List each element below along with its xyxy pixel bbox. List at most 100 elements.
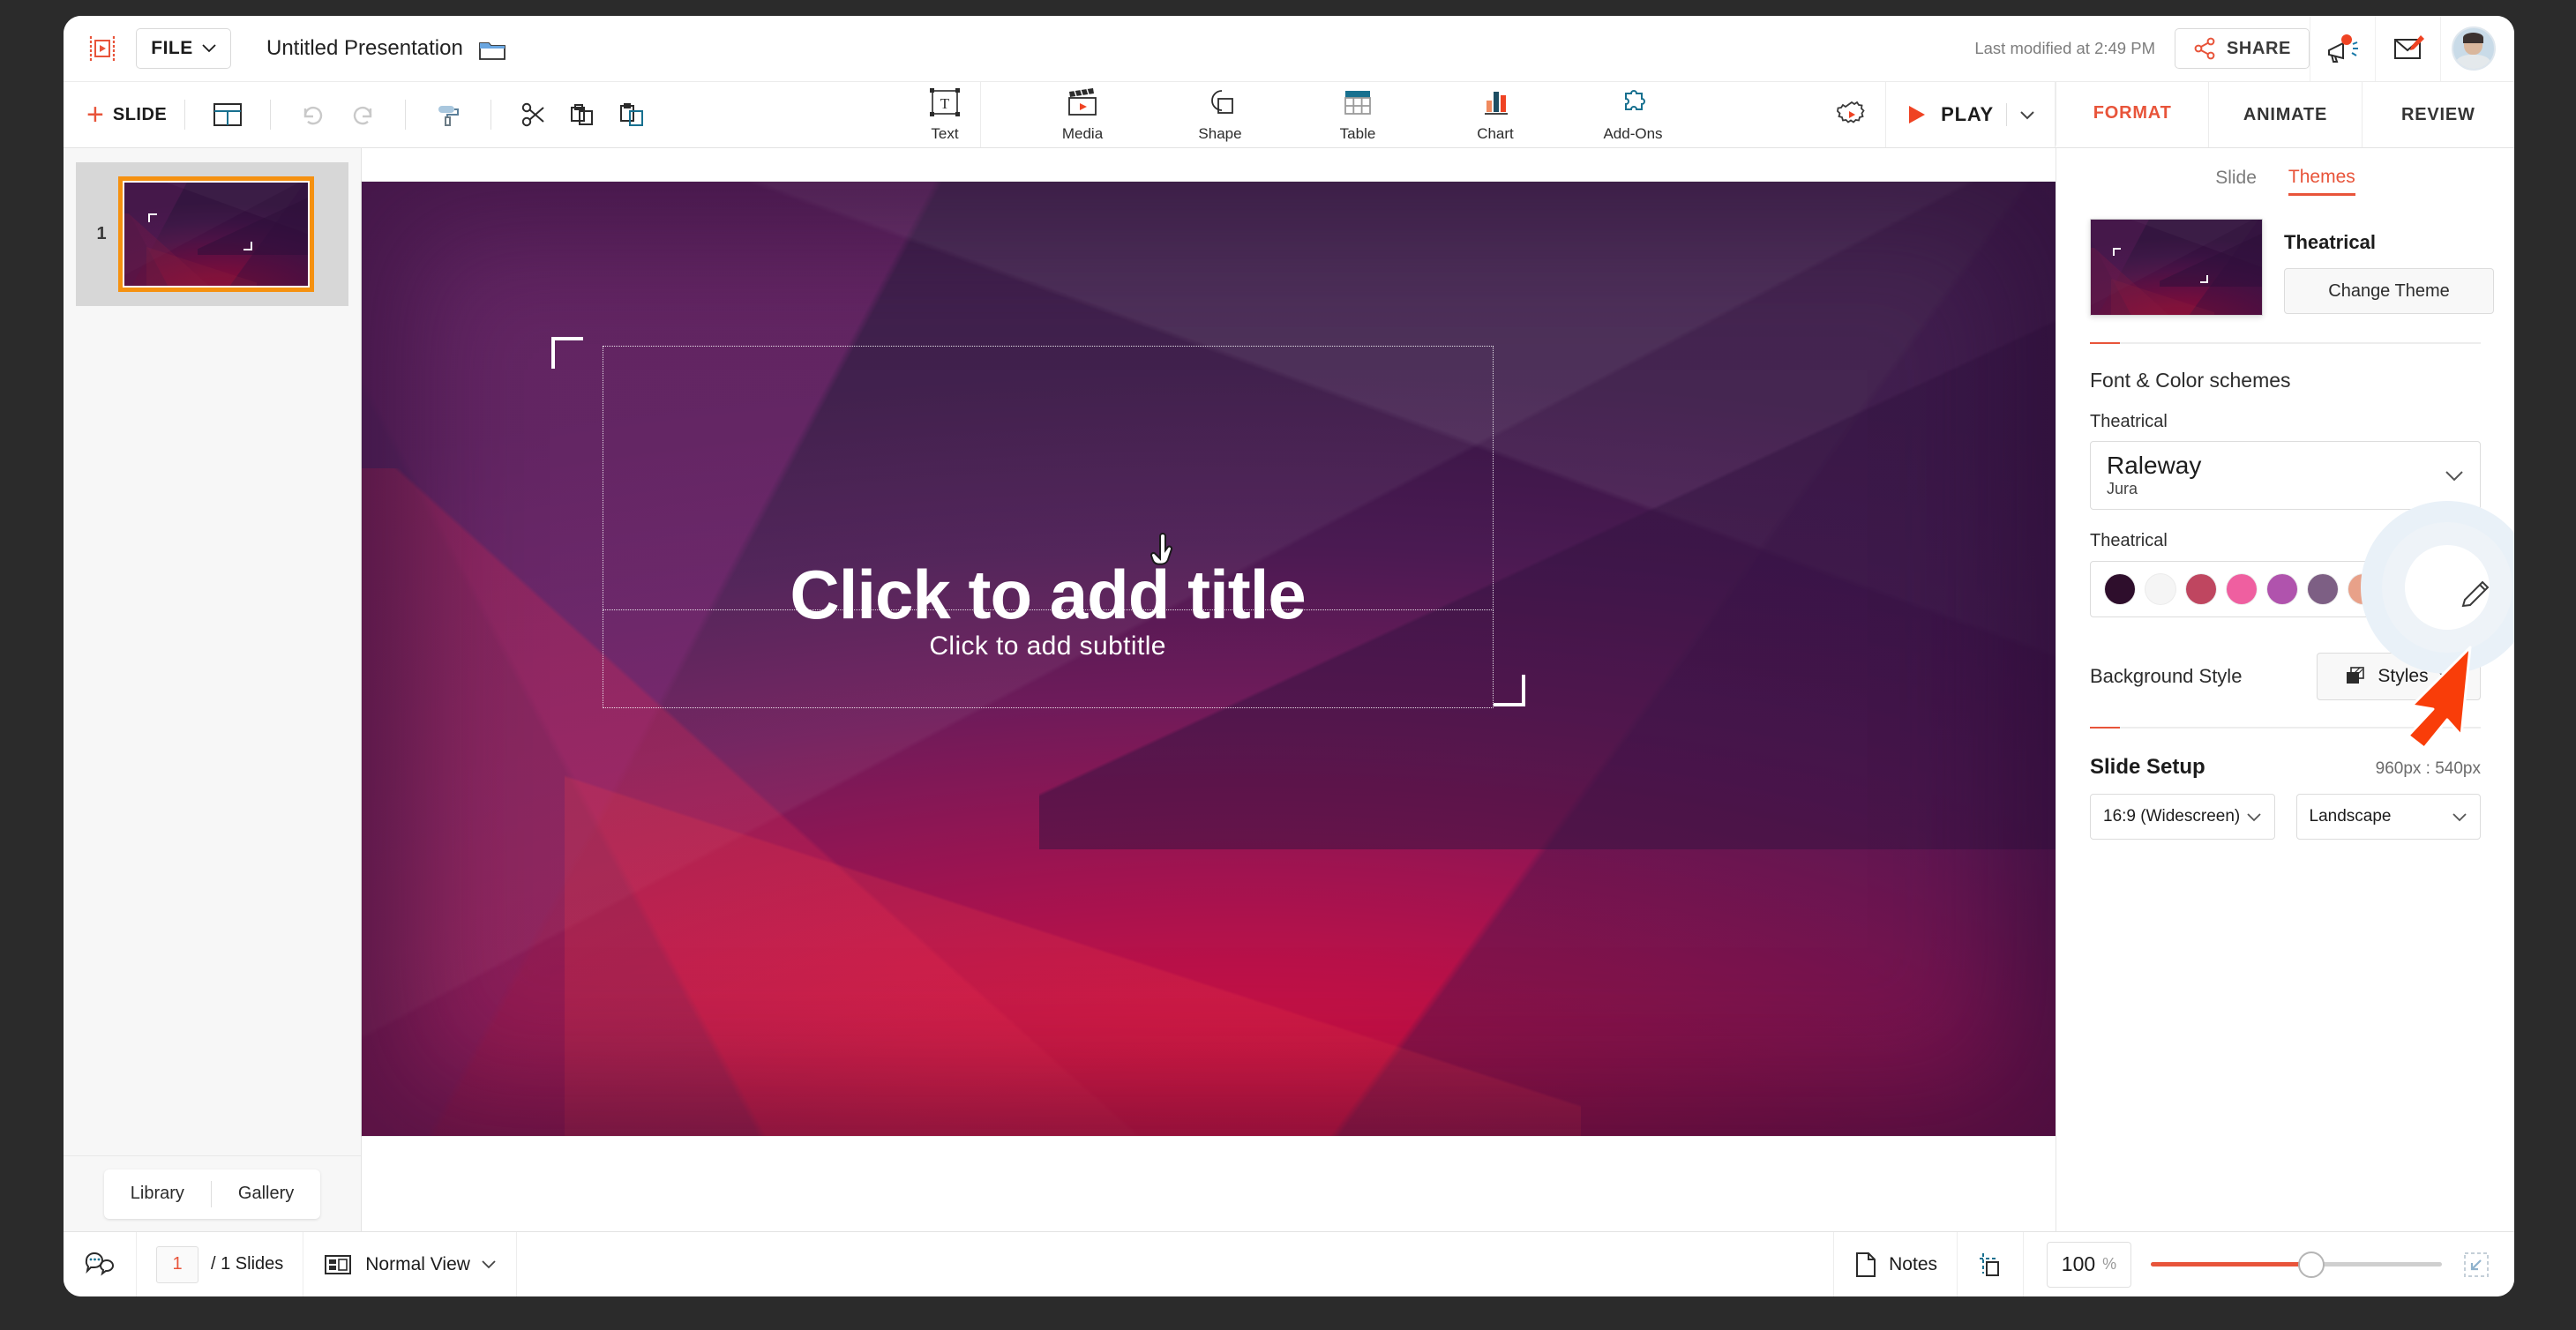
change-theme-button[interactable]: Change Theme <box>2284 268 2494 314</box>
comments-button[interactable] <box>64 1232 137 1296</box>
slide-thumbnail-panel: 1 Library Gallery <box>64 148 362 1231</box>
comment-bubbles-icon <box>85 1252 114 1275</box>
format-tabs: FORMAT ANIMATE REVIEW <box>2056 82 2514 147</box>
table-icon <box>1344 91 1371 115</box>
color-swatch <box>2105 574 2135 604</box>
slide-canvas[interactable]: Click to add title Click to add subtitle <box>362 182 2056 1136</box>
subtab-slide[interactable]: Slide <box>2215 168 2257 194</box>
undo-icon[interactable] <box>288 90 338 139</box>
folder-icon[interactable] <box>478 37 505 60</box>
status-bar: 1 / 1 Slides Normal View Notes 100 % <box>64 1231 2514 1296</box>
last-modified-text: Last modified at 2:49 PM <box>1974 39 2155 57</box>
insert-shape-button[interactable]: Shape <box>1174 86 1266 143</box>
insert-media-button[interactable]: Media <box>1037 86 1128 143</box>
crop-corner-top-left <box>551 337 584 370</box>
color-scheme-select[interactable] <box>2090 561 2481 617</box>
color-swatch <box>2348 574 2378 604</box>
zoom-value-box[interactable]: 100 % <box>2047 1241 2131 1288</box>
file-menu-label: FILE <box>151 38 193 58</box>
plus-icon: + <box>86 98 104 131</box>
aspect-ratio-select[interactable]: 16:9 (Widescreen) <box>2090 794 2275 840</box>
guides-icon <box>1980 1252 1999 1276</box>
chevron-down-icon <box>2246 812 2261 821</box>
avatar[interactable] <box>2440 16 2505 81</box>
slide-thumbnail-selected[interactable] <box>118 176 314 292</box>
slide-list-item[interactable]: 1 <box>76 162 348 306</box>
slide-setup-section: Slide Setup 960px : 540px 16:9 (Widescre… <box>2056 729 2514 840</box>
paste-icon[interactable] <box>608 90 657 139</box>
insert-table-button[interactable]: Table <box>1312 86 1404 143</box>
megaphone-icon[interactable] <box>2310 16 2375 81</box>
divider <box>2006 103 2007 126</box>
compose-mail-icon[interactable] <box>2375 16 2440 81</box>
fit-to-screen-icon[interactable] <box>2461 1250 2491 1280</box>
color-swatch <box>2186 574 2216 604</box>
zoom-unit: % <box>2102 1255 2117 1273</box>
scissors-icon[interactable] <box>509 90 558 139</box>
page-indicator[interactable]: 1 / 1 Slides <box>137 1232 304 1296</box>
chevron-down-icon[interactable] <box>2445 470 2464 482</box>
zoom-slider[interactable] <box>2151 1251 2442 1278</box>
slide-list: 1 <box>64 148 361 1155</box>
zoom-value: 100 <box>2061 1252 2096 1275</box>
insert-shape-label: Shape <box>1198 125 1242 142</box>
slide-layout-icon[interactable] <box>203 90 252 139</box>
slide-setup-selects: 16:9 (Widescreen) Landscape <box>2090 794 2481 840</box>
format-painter-icon[interactable] <box>423 90 473 139</box>
gallery-button[interactable]: Gallery <box>212 1184 320 1204</box>
color-scheme-row: Theatrical <box>2090 529 2481 552</box>
chevron-down-icon <box>2438 672 2453 681</box>
insert-text-button[interactable]: T Text <box>899 86 991 143</box>
chevron-down-icon <box>2452 812 2467 821</box>
redo-icon[interactable] <box>338 90 387 139</box>
tab-format[interactable]: FORMAT <box>2056 82 2209 147</box>
slide-setup-header: Slide Setup 960px : 540px <box>2090 755 2481 780</box>
title-placeholder-box[interactable]: Click to add title <box>602 346 1494 629</box>
add-slide-label: SLIDE <box>112 104 168 124</box>
presentation-logo-icon[interactable] <box>83 29 122 68</box>
notes-button[interactable]: Notes <box>1833 1232 1958 1296</box>
panel-sub-tabs: Slide Themes <box>2056 148 2514 213</box>
insert-media-label: Media <box>1061 125 1104 142</box>
hand-pointer-cursor <box>1149 533 1172 565</box>
background-styles-button[interactable]: Styles <box>2317 653 2481 700</box>
gear-play-icon[interactable] <box>1818 82 1885 147</box>
pencil-edit-icon[interactable] <box>2458 529 2481 552</box>
insert-chart-button[interactable]: Chart <box>1449 86 1541 143</box>
pencil-edit-icon[interactable] <box>2460 573 2495 609</box>
file-menu-button[interactable]: FILE <box>136 28 231 69</box>
zoom-slider-knob[interactable] <box>2297 1251 2325 1278</box>
notes-page-icon <box>1856 1252 1876 1277</box>
chevron-down-icon[interactable] <box>2019 110 2035 120</box>
font-scheme-select[interactable]: Raleway Jura <box>2090 441 2481 510</box>
guides-button[interactable] <box>1958 1232 2024 1296</box>
play-label: PLAY <box>1941 103 1994 125</box>
svg-text:T: T <box>940 95 950 112</box>
insert-addons-button[interactable]: Add-Ons <box>1587 86 1679 143</box>
subtitle-placeholder-box[interactable]: Click to add subtitle <box>602 609 1494 709</box>
color-swatch <box>2389 574 2419 604</box>
slide-setup-label: Slide Setup <box>2090 755 2205 779</box>
orientation-select[interactable]: Landscape <box>2295 794 2481 840</box>
view-mode-selector[interactable]: Normal View <box>303 1232 517 1296</box>
theme-preview-thumbnail[interactable] <box>2090 219 2263 316</box>
tab-animate[interactable]: ANIMATE <box>2208 82 2362 147</box>
library-button[interactable]: Library <box>104 1184 211 1204</box>
share-button[interactable]: SHARE <box>2174 28 2310 69</box>
share-label: SHARE <box>2226 38 2291 58</box>
copy-icon[interactable] <box>558 90 608 139</box>
insert-text-label: Text <box>931 125 959 142</box>
add-slide-button[interactable]: + SLIDE <box>86 100 167 130</box>
library-gallery-bar: Library Gallery <box>64 1155 361 1231</box>
insert-addons-label: Add-Ons <box>1603 125 1663 142</box>
format-panel: Slide Themes Theatrical Change Theme Fon… <box>2056 148 2514 1231</box>
font-secondary-name: Jura <box>2107 479 2138 497</box>
styles-label: Styles <box>2378 666 2429 686</box>
slide-number: 1 <box>96 224 107 243</box>
tab-review[interactable]: REVIEW <box>2361 82 2514 147</box>
zoom-slider-fill <box>2151 1262 2311 1266</box>
subtab-themes[interactable]: Themes <box>2288 167 2355 196</box>
current-page-input[interactable]: 1 <box>156 1245 198 1283</box>
document-title[interactable]: Untitled Presentation <box>266 36 463 61</box>
play-button[interactable]: PLAY <box>1885 82 2056 147</box>
